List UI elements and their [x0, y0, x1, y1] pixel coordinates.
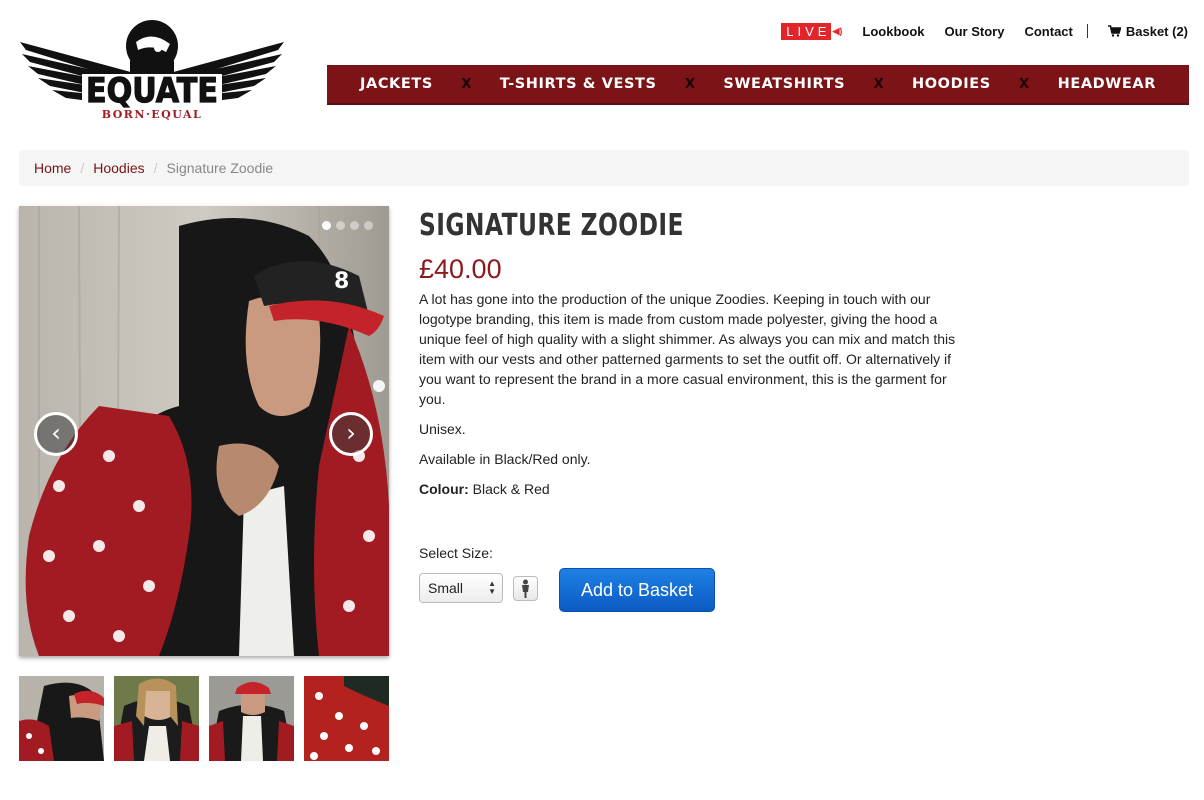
- breadcrumb: Home / Hoodies / Signature Zoodie: [19, 150, 1189, 186]
- svg-text:8: 8: [334, 269, 349, 294]
- nav-separator: X: [685, 76, 696, 92]
- live-label: LIVE: [781, 22, 832, 40]
- product-title: SIGNATURE ZOODIE: [419, 208, 684, 243]
- add-to-basket-button[interactable]: Add to Basket: [559, 568, 715, 612]
- product-image-carousel[interactable]: 8 ‹ ›: [19, 206, 389, 656]
- basket-link[interactable]: Basket (2): [1107, 23, 1188, 39]
- colour-label: Colour:: [419, 481, 469, 497]
- breadcrumb-home[interactable]: Home: [34, 160, 71, 176]
- product-colour: Colour: Black & Red: [419, 479, 979, 499]
- carousel-dot[interactable]: [322, 221, 331, 230]
- colour-value: Black & Red: [468, 481, 550, 497]
- nav-item-hoodies[interactable]: HOODIES: [912, 76, 991, 92]
- cart-icon: [1107, 25, 1121, 37]
- nav-separator: X: [873, 76, 884, 92]
- breadcrumb-separator: /: [80, 160, 85, 176]
- product-unisex: Unisex.: [419, 421, 466, 437]
- our-story-link[interactable]: Our Story: [945, 24, 1005, 39]
- size-guide-button[interactable]: [513, 576, 538, 601]
- select-arrows-icon: ▲ ▼: [488, 579, 496, 596]
- contact-link[interactable]: Contact: [1024, 24, 1072, 39]
- product-price: £40.00: [419, 254, 502, 284]
- nav-separator: X: [1019, 76, 1030, 92]
- breadcrumb-hoodies[interactable]: Hoodies: [93, 160, 144, 176]
- nav-item-jackets[interactable]: JACKETS: [360, 76, 433, 92]
- lookbook-link[interactable]: Lookbook: [862, 24, 924, 39]
- carousel-dot[interactable]: [364, 221, 373, 230]
- nav-item-headwear[interactable]: HEADWEAR: [1058, 76, 1156, 92]
- product-details: SIGNATURE ZOODIE £40.00 A lot has gone i…: [419, 206, 979, 499]
- nav-item-tshirts-vests[interactable]: T-SHIRTS & VESTS: [500, 76, 657, 92]
- thumbnail-2[interactable]: [114, 676, 199, 761]
- carousel-dot[interactable]: [350, 221, 359, 230]
- person-icon: [522, 579, 529, 598]
- carousel-indicators: [322, 221, 373, 230]
- thumbnail-1[interactable]: [19, 676, 104, 761]
- thumbnail-strip: [19, 676, 389, 761]
- carousel-dot[interactable]: [336, 221, 345, 230]
- main-nav: JACKETS X T-SHIRTS & VESTS X SWEATSHIRTS…: [327, 65, 1189, 105]
- top-links: LIVE ◀) Lookbook Our Story Contact Baske…: [781, 22, 1188, 40]
- live-badge[interactable]: LIVE ◀): [781, 22, 843, 40]
- nav-item-sweatshirts[interactable]: SWEATSHIRTS: [723, 76, 845, 92]
- product-description: A lot has gone into the production of th…: [419, 291, 956, 407]
- brand-logo[interactable]: EQUATE BORN·EQUAL: [18, 16, 286, 124]
- size-selected-value: Small: [428, 580, 464, 596]
- breadcrumb-separator: /: [153, 160, 158, 176]
- nav-separator: X: [461, 76, 472, 92]
- thumbnail-3[interactable]: [209, 676, 294, 761]
- carousel-prev-button[interactable]: ‹: [34, 412, 78, 456]
- toplinks-divider: [1086, 24, 1088, 38]
- size-select[interactable]: Small ▲ ▼: [419, 573, 503, 603]
- thumbnail-4[interactable]: [304, 676, 389, 761]
- speaker-icon: ◀): [832, 25, 843, 36]
- basket-label: Basket (2): [1125, 23, 1188, 39]
- logo-tagline: BORN·EQUAL: [102, 108, 203, 121]
- size-label: Select Size:: [419, 545, 493, 561]
- carousel-next-button[interactable]: ›: [329, 412, 373, 456]
- logo-wordmark: EQUATE: [86, 71, 218, 111]
- product-availability: Available in Black/Red only.: [419, 451, 591, 467]
- breadcrumb-current: Signature Zoodie: [166, 160, 274, 176]
